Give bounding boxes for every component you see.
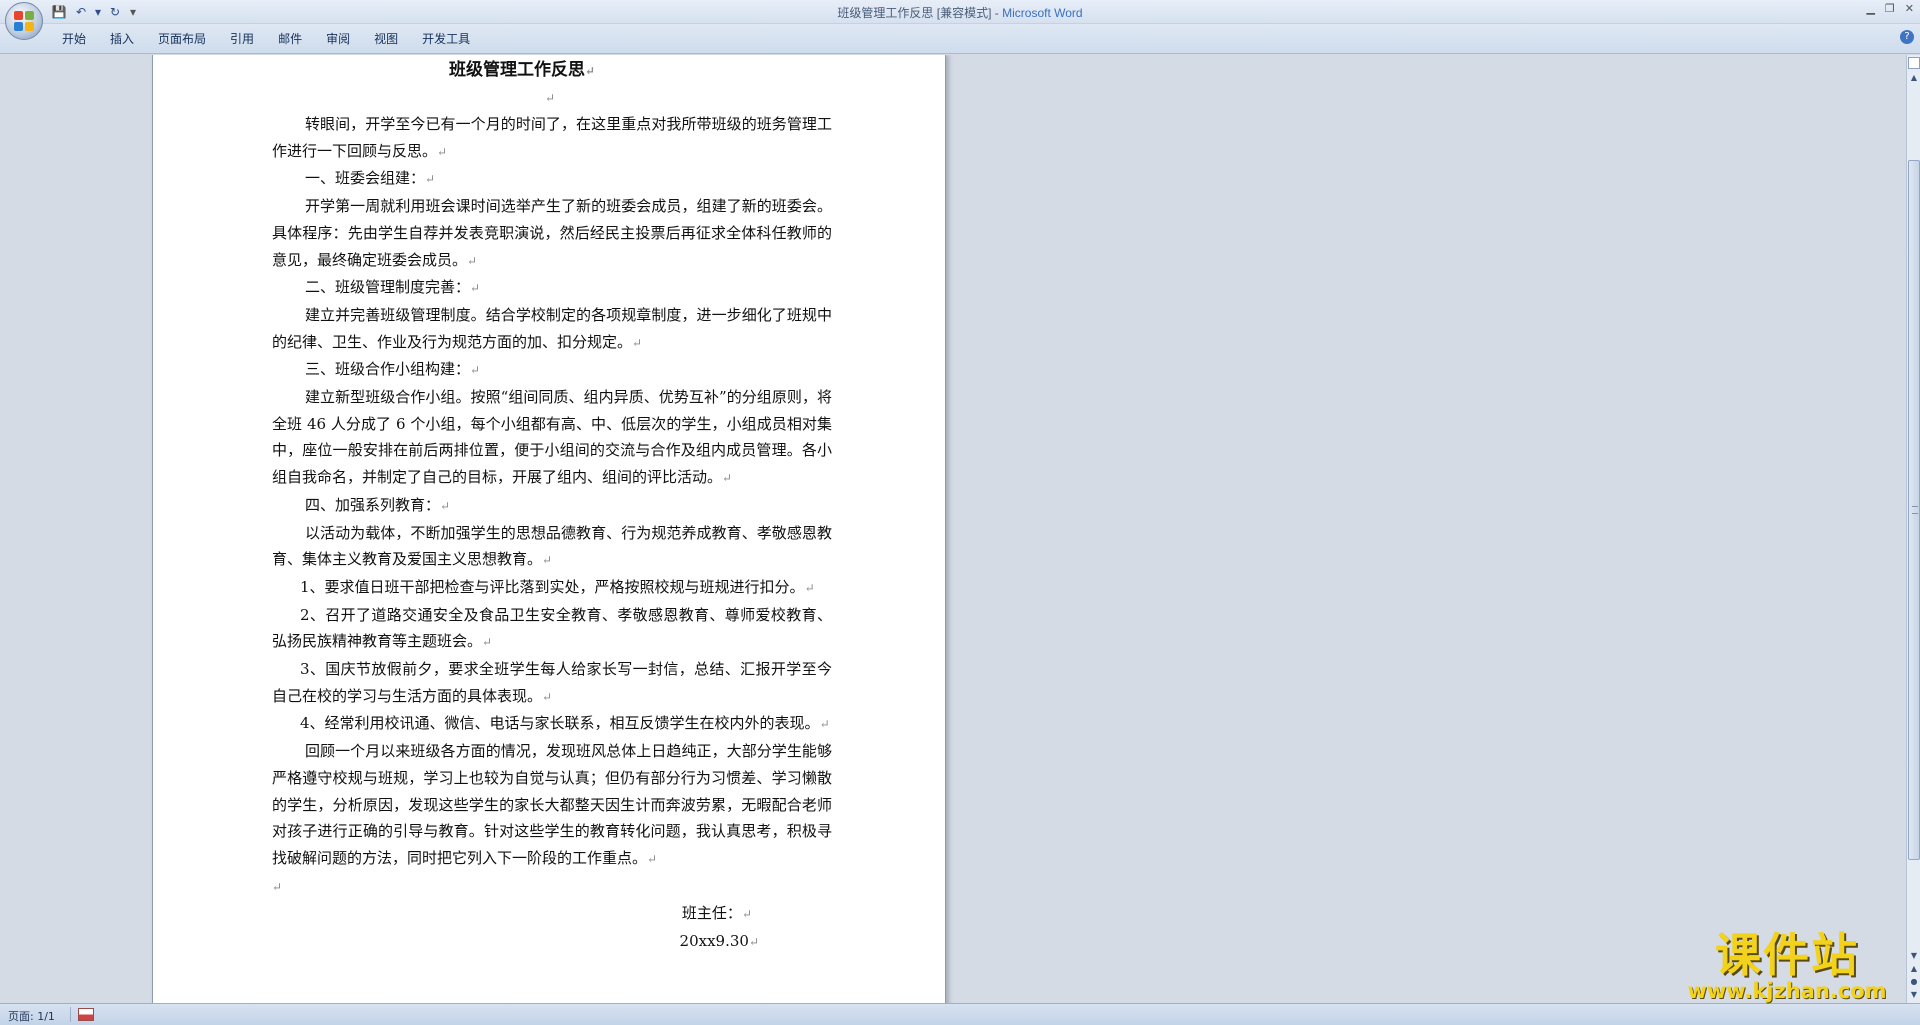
watermark-text: 课件站 <box>1715 928 1859 982</box>
paragraph-mark: ↵ <box>748 935 759 950</box>
document-paragraph: 一、班委会组建：↵ <box>272 165 832 193</box>
watermark-url: www.kjzhan.com <box>1687 979 1887 1003</box>
paragraph-text: 一、班委会组建： <box>305 169 426 188</box>
date-line: 20xx9.30↵ <box>272 928 832 956</box>
document-paragraph: 转眼间，开学至今已有一个月的时间了，在这里重点对我所带班级的班务管理工作进行一下… <box>272 111 832 165</box>
paragraph-mark: ↵ <box>470 363 481 378</box>
paragraph-mark: ↵ <box>440 498 451 513</box>
document-title: 班级管理工作反思↵ <box>272 57 832 84</box>
date-text: 20xx9.30 <box>679 932 749 951</box>
paragraph-mark: ↵ <box>272 879 283 894</box>
document-paragraph: 二、班级管理制度完善：↵ <box>272 274 832 302</box>
signature-text: 班主任： <box>681 904 742 923</box>
paragraph-text: 建立新型班级合作小组。按照“组间同质、组内异质、优势互补”的分组原则，将全班 4… <box>272 388 832 487</box>
paragraph-mark: ↵ <box>437 144 448 159</box>
paragraph-mark: ↵ <box>542 553 553 568</box>
document-paragraph: 以活动为载体，不断加强学生的思想品德教育、行为规范养成教育、孝敬感恩教育、集体主… <box>272 520 832 574</box>
paragraph-text: 4、经常利用校讯通、微信、电话与家长联系，相互反馈学生在校内外的表现。 <box>300 714 820 733</box>
paragraph-mark: ↵ <box>467 253 478 268</box>
status-bar: 页面: 1/1 <box>0 1003 1920 1025</box>
next-page-icon[interactable]: ▼ <box>1907 988 1920 1001</box>
title-separator: - <box>991 6 1003 20</box>
tab-home[interactable]: 开始 <box>50 30 98 48</box>
paragraph-mark: ↵ <box>804 580 815 595</box>
office-logo-icon <box>14 11 34 31</box>
help-icon[interactable]: ? <box>1900 30 1914 44</box>
page-count[interactable]: 页面: 1/1 <box>8 1008 55 1024</box>
tab-developer[interactable]: 开发工具 <box>410 30 482 48</box>
empty-paragraph: ↵ <box>272 84 832 111</box>
restore-button[interactable]: ❐ <box>1885 2 1895 15</box>
document-page[interactable]: 班级管理工作反思↵ ↵ 转眼间，开学至今已有一个月的时间了，在这里重点对我所带班… <box>152 55 946 1003</box>
document-paragraph: 三、班级合作小组构建：↵ <box>272 356 832 384</box>
paragraph-mark: ↵ <box>544 91 556 105</box>
document-name: 班级管理工作反思 [兼容模式] <box>837 6 992 20</box>
paragraph-mark: ↵ <box>482 635 493 650</box>
document-paragraph: 1、要求值日班干部把检查与评比落到实处，严格按照校规与班规进行扣分。↵ <box>272 574 832 602</box>
ribbon-tabs: 开始 插入 页面布局 引用 邮件 审阅 视图 开发工具 <box>50 30 482 48</box>
paragraph-text: 开学第一周就利用班会课时间选举产生了新的班委会成员，组建了新的班委会。具体程序：… <box>272 197 832 269</box>
paragraph-mark: ↵ <box>542 689 553 704</box>
document-paragraph: 建立并完善班级管理制度。结合学校制定的各项规章制度，进一步细化了班规中的纪律、卫… <box>272 302 832 356</box>
paragraph-mark: ↵ <box>632 335 643 350</box>
paragraph-mark: ↵ <box>470 281 481 296</box>
tab-page-layout[interactable]: 页面布局 <box>146 30 218 48</box>
close-button[interactable]: ✕ <box>1905 2 1914 15</box>
paragraph-mark: ↵ <box>425 172 436 187</box>
vertical-scrollbar[interactable]: ▲ ▼ ▲ ● ▼ <box>1906 55 1920 1003</box>
document-body[interactable]: 班级管理工作反思↵ ↵ 转眼间，开学至今已有一个月的时间了，在这里重点对我所带班… <box>272 55 832 956</box>
view-ruler-button[interactable] <box>1908 57 1920 69</box>
office-button[interactable] <box>5 2 43 40</box>
proofing-status-icon[interactable] <box>78 1008 94 1021</box>
paragraph-mark: ↵ <box>819 717 830 732</box>
paragraph-text: 1、要求值日班干部把检查与评比落到实处，严格按照校规与班规进行扣分。 <box>300 577 805 596</box>
status-divider <box>70 1007 71 1022</box>
document-paragraph: 四、加强系列教育：↵ <box>272 492 832 520</box>
document-title-text: 班级管理工作反思 <box>448 60 585 80</box>
document-paragraph: ↵ <box>272 873 832 901</box>
ribbon: 开始 插入 页面布局 引用 邮件 审阅 视图 开发工具 ? <box>0 24 1920 54</box>
select-browse-object-icon[interactable]: ● <box>1907 975 1920 988</box>
window-title: 班级管理工作反思 [兼容模式] - Microsoft Word <box>0 4 1920 21</box>
paragraph-mark: ↵ <box>584 64 596 78</box>
paragraph-text: 建立并完善班级管理制度。结合学校制定的各项规章制度，进一步细化了班规中的纪律、卫… <box>272 305 832 351</box>
paragraph-list: 转眼间，开学至今已有一个月的时间了，在这里重点对我所带班级的班务管理工作进行一下… <box>272 111 832 900</box>
document-paragraph: 开学第一周就利用班会课时间选举产生了新的班委会成员，组建了新的班委会。具体程序：… <box>272 193 832 274</box>
tab-mailings[interactable]: 邮件 <box>266 30 314 48</box>
paragraph-mark: ↵ <box>722 471 733 486</box>
previous-page-icon[interactable]: ▲ <box>1907 962 1920 975</box>
tab-references[interactable]: 引用 <box>218 30 266 48</box>
minimize-button[interactable]: ▁ <box>1866 2 1874 15</box>
scroll-down-icon[interactable]: ▼ <box>1907 949 1920 962</box>
title-bar: 💾 ↶ ▾ ↻ ▾ 班级管理工作反思 [兼容模式] - Microsoft Wo… <box>0 0 1920 24</box>
document-paragraph: 2、召开了道路交通安全及食品卫生安全教育、孝敬感恩教育、尊师爱校教育、弘扬民族精… <box>272 602 832 656</box>
document-paragraph: 4、经常利用校讯通、微信、电话与家长联系，相互反馈学生在校内外的表现。↵ <box>272 710 832 738</box>
scroll-up-icon[interactable]: ▲ <box>1907 71 1920 85</box>
document-paragraph: 回顾一个月以来班级各方面的情况，发现班风总体上日趋纯正，大部分学生能够严格遵守校… <box>272 738 832 873</box>
watermark: 课件站 www.kjzhan.com <box>1668 930 1906 1005</box>
paragraph-text: 四、加强系列教育： <box>305 495 441 514</box>
paragraph-text: 回顾一个月以来班级各方面的情况，发现班风总体上日趋纯正，大部分学生能够严格遵守校… <box>272 742 832 867</box>
page-navigation: ▼ ▲ ● ▼ <box>1907 949 1920 1001</box>
scrollbar-thumb[interactable] <box>1908 160 1920 860</box>
document-paragraph: 建立新型班级合作小组。按照“组间同质、组内异质、优势互补”的分组原则，将全班 4… <box>272 384 832 492</box>
window-controls: ▁ ❐ ✕ <box>1866 2 1914 15</box>
document-workspace: 班级管理工作反思↵ ↵ 转眼间，开学至今已有一个月的时间了，在这里重点对我所带班… <box>0 55 1906 1003</box>
paragraph-text: 2、召开了道路交通安全及食品卫生安全教育、孝敬感恩教育、尊师爱校教育、弘扬民族精… <box>272 605 832 651</box>
document-paragraph: 3、国庆节放假前夕，要求全班学生每人给家长写一封信，总结、汇报开学至今自己在校的… <box>272 656 832 710</box>
paragraph-text: 转眼间，开学至今已有一个月的时间了，在这里重点对我所带班级的班务管理工作进行一下… <box>272 115 832 160</box>
tab-view[interactable]: 视图 <box>362 30 410 48</box>
signature-line: 班主任：↵ <box>272 900 832 928</box>
paragraph-text: 三、班级合作小组构建： <box>305 360 471 379</box>
paragraph-mark: ↵ <box>647 851 658 866</box>
tab-review[interactable]: 审阅 <box>314 30 362 48</box>
paragraph-mark: ↵ <box>741 907 752 922</box>
paragraph-text: 二、班级管理制度完善： <box>305 278 471 297</box>
thumb-grip <box>1912 506 1918 514</box>
tab-insert[interactable]: 插入 <box>98 30 146 48</box>
app-name: Microsoft Word <box>1002 6 1083 20</box>
